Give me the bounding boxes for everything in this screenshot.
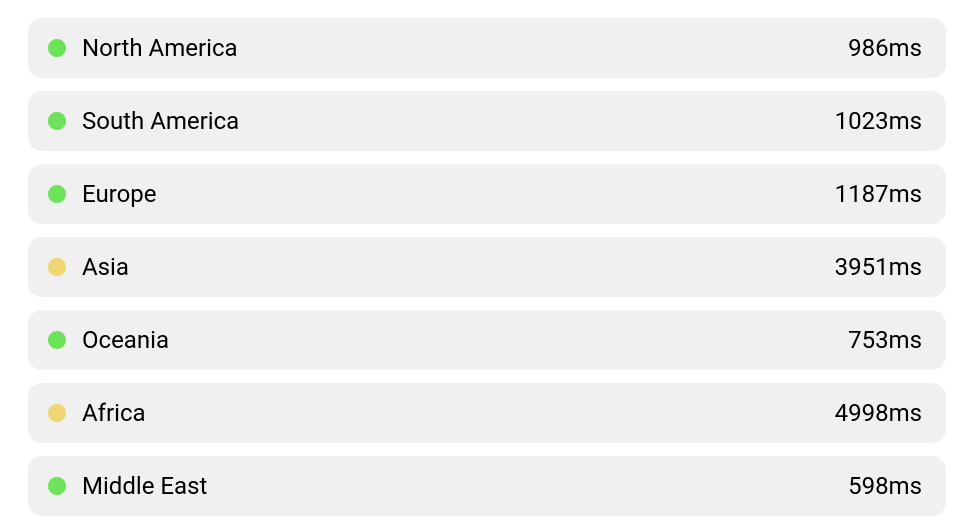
latency-value: 3951ms — [835, 253, 922, 281]
list-item-left: Europe — [48, 180, 156, 208]
latency-value: 986ms — [848, 34, 922, 62]
list-item-left: Middle East — [48, 472, 207, 500]
status-dot-icon — [48, 331, 66, 349]
status-dot-icon — [48, 39, 66, 57]
latency-value: 598ms — [848, 472, 922, 500]
list-item-left: Africa — [48, 399, 146, 427]
region-latency-list: North America 986ms South America 1023ms… — [0, 0, 974, 516]
list-item-left: South America — [48, 107, 239, 135]
list-item: Oceania 753ms — [28, 310, 946, 370]
region-label: South America — [82, 107, 239, 135]
status-dot-icon — [48, 404, 66, 422]
list-item-left: Oceania — [48, 326, 169, 354]
list-item: Europe 1187ms — [28, 164, 946, 224]
status-dot-icon — [48, 112, 66, 130]
list-item: Africa 4998ms — [28, 383, 946, 443]
list-item: North America 986ms — [28, 18, 946, 78]
status-dot-icon — [48, 477, 66, 495]
region-label: Oceania — [82, 326, 169, 354]
region-label: Middle East — [82, 472, 207, 500]
region-label: North America — [82, 34, 238, 62]
status-dot-icon — [48, 258, 66, 276]
region-label: Africa — [82, 399, 146, 427]
latency-value: 1187ms — [835, 180, 922, 208]
region-label: Europe — [82, 180, 156, 208]
status-dot-icon — [48, 185, 66, 203]
list-item-left: Asia — [48, 253, 129, 281]
list-item-left: North America — [48, 34, 238, 62]
list-item: South America 1023ms — [28, 91, 946, 151]
latency-value: 753ms — [848, 326, 922, 354]
region-label: Asia — [82, 253, 129, 281]
list-item: Middle East 598ms — [28, 456, 946, 516]
list-item: Asia 3951ms — [28, 237, 946, 297]
latency-value: 4998ms — [835, 399, 922, 427]
latency-value: 1023ms — [835, 107, 922, 135]
